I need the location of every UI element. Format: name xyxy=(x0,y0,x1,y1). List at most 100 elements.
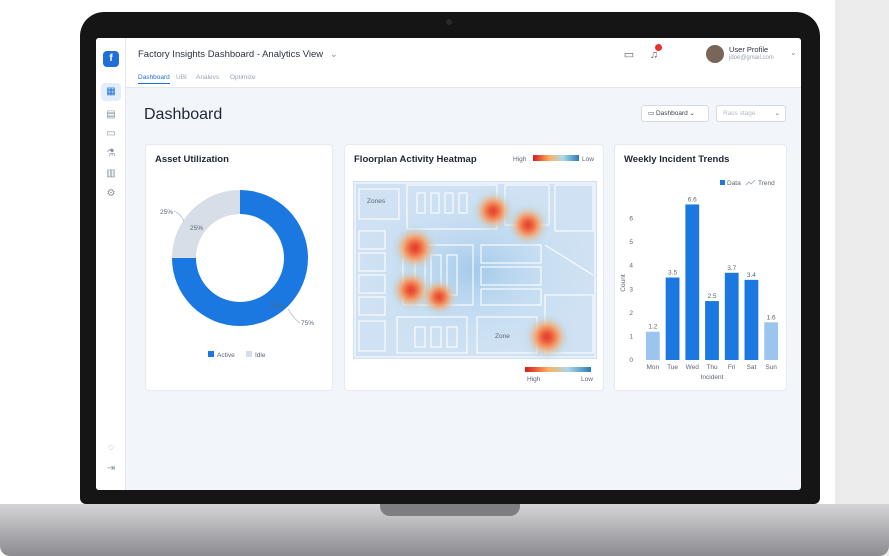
chevron-down-icon[interactable]: ⌄ xyxy=(790,48,797,57)
x-tick-label: Wed xyxy=(686,364,700,371)
bar-value-label: 2.5 xyxy=(707,293,716,300)
bar-thu xyxy=(705,301,719,360)
flask-icon[interactable]: ⚗ xyxy=(101,145,121,163)
donut-chart: 25% 25% 75% 75% Active Idle xyxy=(160,190,314,359)
bar-chart: Data Trend 0 1 2 3 4 5 6 Count 1.2 Mon 3.5 Tue 6.6 Wed 2… xyxy=(620,179,779,381)
chart-icon[interactable]: ▤ xyxy=(101,106,121,124)
bar-sat xyxy=(744,279,759,360)
laptop-screen: f ▦ ▤ ▭ ⚗ ▥ ⚙ ◌ ⇥ Factory Insights Dashb… xyxy=(96,38,801,490)
y-tick-label: 1 xyxy=(629,333,633,340)
bar-mon xyxy=(645,331,660,360)
camera xyxy=(446,19,452,25)
legend-trend: Trend xyxy=(758,180,775,187)
donut-slice-idle xyxy=(172,190,240,258)
y-axis-label: Count xyxy=(620,274,627,292)
heatmap-legend-bar xyxy=(533,155,579,161)
tab-dashboard[interactable]: Dashboard xyxy=(138,74,170,84)
legend-swatch-data xyxy=(720,180,725,185)
legend-active: Active xyxy=(217,352,235,359)
bar-value-label: 1.2 xyxy=(648,324,657,331)
bar-tue xyxy=(665,277,680,360)
view-dropdown-label: Dashboard ⌄ xyxy=(655,110,696,117)
x-tick-label: Sat xyxy=(747,364,757,371)
app-logo[interactable]: f xyxy=(103,51,119,67)
outer-label-active: 75% xyxy=(301,320,314,327)
heat-spot xyxy=(393,226,437,270)
bar-value-label: 3.7 xyxy=(727,265,736,272)
inner-label-active: 75% xyxy=(270,303,283,310)
logout-icon[interactable]: ⇥ xyxy=(101,460,121,478)
bar-wed xyxy=(685,204,700,360)
y-tick-label: 4 xyxy=(629,263,633,270)
bar-fri xyxy=(724,272,739,360)
leader-line xyxy=(173,210,185,222)
x-tick-label: Thu xyxy=(706,364,718,371)
asset-utilization-card: Asset Utilization 25% 25% 75% 75% Active Idle xyxy=(145,144,333,391)
notification-badge xyxy=(655,44,662,51)
app-title[interactable]: Factory Insights Dashboard - Analytics V… xyxy=(138,49,338,60)
view-dropdown[interactable]: ▭ Dashboard ⌄ xyxy=(641,105,709,122)
incident-trends-card: Weekly Incident Trends Data Trend 0 1 2 3 4 5 6 C… xyxy=(614,144,787,391)
heatmap-card: Floorplan Activity Heatmap High Low Zone… xyxy=(344,144,604,391)
legend-data: Data xyxy=(727,180,741,187)
chevron-down-icon[interactable]: ⌄ xyxy=(330,49,338,60)
scale-low: Low xyxy=(581,376,593,383)
calendar-icon[interactable]: ▭ xyxy=(101,125,121,143)
zone-label: Zones xyxy=(367,198,386,205)
x-tick-label: Sun xyxy=(765,364,777,371)
background-panel xyxy=(835,0,889,556)
stage-dropdown[interactable]: Rass stage ⌄ xyxy=(716,105,786,122)
y-tick-label: 6 xyxy=(629,216,633,223)
y-tick-label: 5 xyxy=(629,239,633,246)
app-title-text: Factory Insights Dashboard - Analytics V… xyxy=(138,49,324,60)
grid-icon[interactable]: ▦ xyxy=(101,83,121,101)
x-axis-label: Incident xyxy=(701,374,724,381)
scale-high: High xyxy=(527,376,541,383)
avatar[interactable] xyxy=(706,45,724,63)
legend-high: High xyxy=(513,156,527,163)
message-icon[interactable]: ▭ xyxy=(621,47,637,63)
legend-idle: Idle xyxy=(255,352,266,359)
heat-spot xyxy=(421,279,457,315)
bar-value-label: 3.5 xyxy=(668,270,677,277)
card-title: Asset Utilization xyxy=(155,154,229,165)
bar-value-label: 6.6 xyxy=(688,196,697,203)
tab-optimize[interactable]: Optimize xyxy=(230,74,256,81)
heatmap-scale-bar xyxy=(525,367,591,372)
photo-stage: f ▦ ▤ ▭ ⚗ ▥ ⚙ ◌ ⇥ Factory Insights Dashb… xyxy=(0,0,889,556)
inner-label-idle: 25% xyxy=(190,225,203,232)
app-header: Factory Insights Dashboard - Analytics V… xyxy=(126,38,801,72)
y-tick-label: 2 xyxy=(629,310,633,317)
legend-swatch-active xyxy=(208,351,214,357)
stage-dropdown-label: Rass stage xyxy=(723,110,756,117)
heat-spot xyxy=(473,191,513,231)
trend-line-icon xyxy=(745,179,756,186)
tab-bar: Dashboard UBI Analevs Optimize xyxy=(126,72,801,88)
bar-value-label: 1.6 xyxy=(767,314,776,321)
legend-swatch-idle xyxy=(246,351,252,357)
tab-ubi[interactable]: UBI xyxy=(176,74,187,81)
gear-icon[interactable]: ⚙ xyxy=(101,185,121,203)
laptop-notch xyxy=(380,504,520,516)
page-title: Dashboard xyxy=(144,106,223,123)
legend-low: Low xyxy=(582,156,594,163)
tab-analevs[interactable]: Analevs xyxy=(196,74,219,81)
card-title: Floorplan Activity Heatmap xyxy=(354,154,477,165)
heatmap-chart: High Low Zones Zone High Low xyxy=(353,155,597,383)
app-sidebar: f ▦ ▤ ▭ ⚗ ▥ ⚙ ◌ ⇥ xyxy=(96,38,126,490)
y-tick-label: 3 xyxy=(629,286,633,293)
zone-label: Zone xyxy=(495,333,510,340)
user-name[interactable]: User Profile xyxy=(729,45,768,54)
card-title: Weekly Incident Trends xyxy=(624,154,730,165)
chevron-down-icon: ⌄ xyxy=(774,110,780,117)
user-email: jdoe@gmail.com xyxy=(729,55,774,61)
help-icon[interactable]: ◌ xyxy=(101,439,121,457)
bar-sun xyxy=(764,322,779,360)
x-tick-label: Fri xyxy=(728,364,736,371)
calendar-icon: ▭ xyxy=(648,110,656,117)
leader-line xyxy=(287,308,301,324)
x-tick-label: Tue xyxy=(667,364,678,371)
bar-chart-icon[interactable]: ▥ xyxy=(101,165,121,183)
outer-label-idle: 25% xyxy=(160,209,173,216)
heat-spot xyxy=(508,205,548,245)
